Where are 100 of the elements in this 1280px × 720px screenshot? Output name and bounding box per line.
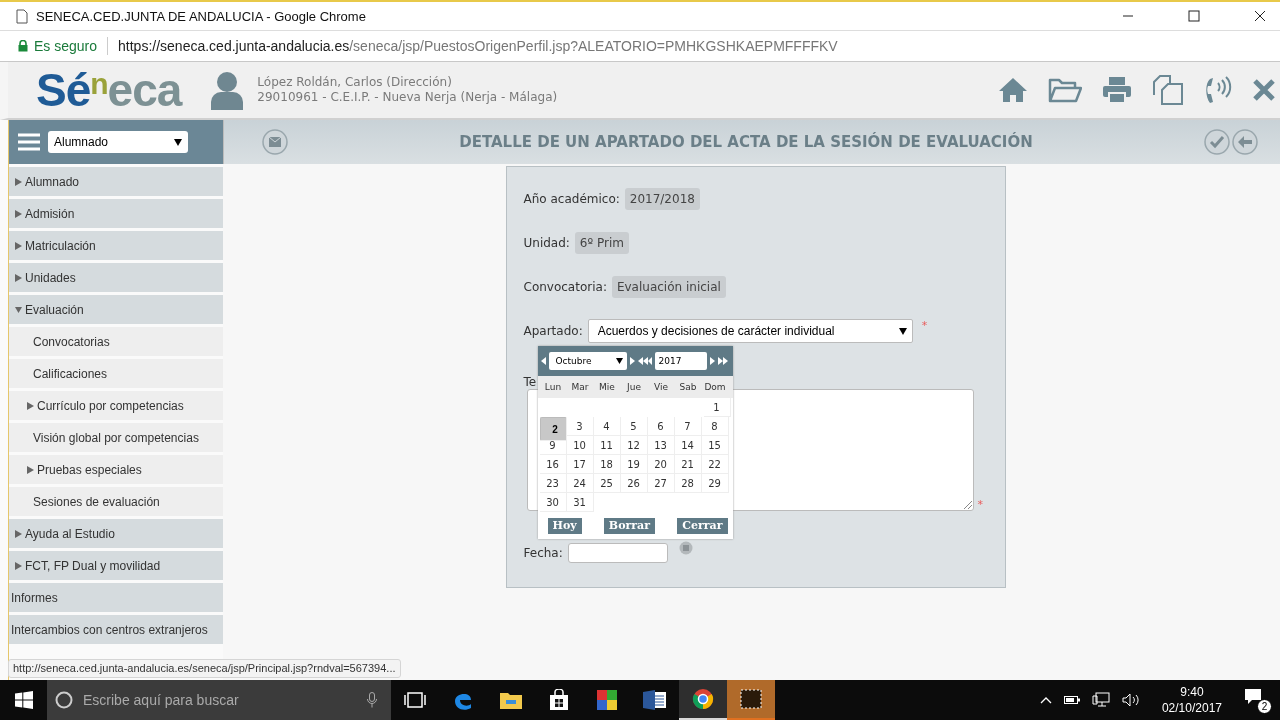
menu-item[interactable]: Informes	[9, 583, 223, 612]
calendar-day[interactable]: 25	[593, 474, 621, 493]
status-url-tooltip: http://seneca.ced.junta-andalucia.es/seneca/jsp/Principal.jsp?rndval=567394...	[8, 659, 401, 678]
menu-item[interactable]: Intercambios con centros extranjeros	[9, 615, 223, 644]
next-month-icon[interactable]	[629, 357, 635, 365]
calendar-day[interactable]: 28	[674, 474, 702, 493]
required-mark: *	[977, 498, 983, 511]
previous-year-icon[interactable]	[637, 357, 652, 365]
folder-icon	[499, 690, 523, 710]
submenu-item[interactable]: Visión global por competencias	[9, 423, 223, 452]
calendar-day[interactable]: 26	[620, 474, 648, 493]
calendar-day[interactable]: 24	[566, 474, 594, 493]
menu-item[interactable]: Evaluación	[9, 295, 223, 324]
folder-icon[interactable]	[1048, 77, 1082, 103]
calendar-day[interactable]: 23	[539, 474, 567, 493]
resize-handle-icon[interactable]	[963, 501, 972, 509]
date-field[interactable]	[567, 543, 668, 563]
chrome-browser-icon	[692, 688, 714, 710]
previous-month-icon[interactable]	[540, 357, 546, 365]
calendar-day[interactable]: 27	[647, 474, 675, 493]
weekday-label: Sab	[678, 382, 698, 392]
calendar-day[interactable]: 17	[566, 455, 594, 474]
check-icon[interactable]	[1204, 129, 1230, 155]
calendar-day[interactable]: 16	[539, 455, 567, 474]
chevron-up-icon[interactable]	[1039, 696, 1052, 704]
calendar-button[interactable]: Cerrar	[677, 518, 728, 534]
profile-select[interactable]: Alumnado	[48, 131, 188, 153]
collapsed-arrow-icon	[15, 273, 22, 282]
menu-item[interactable]: Unidades	[9, 263, 223, 292]
menu-item[interactable]: FCT, FP Dual y movilidad	[9, 551, 223, 580]
copy-icon[interactable]	[1152, 75, 1184, 105]
notification-count: 2	[1257, 699, 1272, 714]
calendar-day[interactable]: 11	[593, 436, 621, 455]
calendar-day[interactable]: 9	[539, 436, 567, 455]
url-field[interactable]: https://seneca.ced.junta-andalucia.es/seneca/jsp/PuestosOrigenPerfil.jsp?ALEATORIO=PMHKGSHKAEPMFFFFKV	[118, 38, 838, 54]
calendar-day[interactable]: 29	[701, 474, 729, 493]
calendar-day[interactable]: 5	[620, 417, 648, 436]
readonly-value: Evaluación inicial	[611, 276, 726, 298]
calendar-day[interactable]: 22	[701, 455, 729, 474]
calendar-button[interactable]: Borrar	[603, 518, 655, 534]
clock-time[interactable]: 9:40	[1180, 684, 1204, 700]
month-select[interactable]: Octubre	[548, 352, 627, 370]
year-field[interactable]: 2017	[654, 352, 707, 370]
weekday-label: Mar	[570, 382, 590, 392]
close-icon[interactable]	[1254, 10, 1266, 22]
submenu-item[interactable]: Calificaciones	[9, 359, 223, 388]
submenu-item[interactable]: Convocatorias	[9, 327, 223, 356]
battery-icon[interactable]	[1063, 695, 1080, 705]
calendar-day[interactable]: 2	[539, 417, 567, 441]
calendar-day[interactable]: 14	[674, 436, 702, 455]
calendar-day[interactable]: 18	[593, 455, 621, 474]
volume-icon[interactable]	[1121, 693, 1140, 707]
calendar-day[interactable]: 20	[647, 455, 675, 474]
readonly-value: 6º Prim	[574, 232, 629, 254]
menu-item[interactable]: Ayuda al Estudio	[9, 519, 223, 548]
maximize-icon[interactable]	[1188, 10, 1200, 22]
field-label: Unidad:	[523, 236, 570, 250]
calendar-day[interactable]: 3	[566, 417, 594, 436]
calendar-day[interactable]: 1	[703, 398, 731, 417]
weekday-label: Mie	[598, 382, 616, 392]
calendar-day[interactable]: 19	[620, 455, 648, 474]
calendar-day[interactable]: 12	[620, 436, 648, 455]
submenu-item[interactable]: Sesiones de evaluación	[9, 487, 223, 516]
collapsed-arrow-icon	[15, 561, 22, 570]
calendar-button[interactable]: Hoy	[547, 518, 582, 534]
submenu-item[interactable]: Currículo por competencias	[9, 391, 223, 420]
next-year-icon[interactable]	[709, 357, 715, 365]
window-title: SENECA.CED.JUNTA DE ANDALUCIA - Google Chrome	[36, 8, 366, 24]
clock-date[interactable]: 02/10/2017	[1161, 700, 1222, 716]
notification-center-button[interactable]: 2	[1244, 688, 1270, 712]
apartado-select[interactable]: Acuerdos y decisiones de carácter individual	[587, 319, 913, 343]
calendar-day[interactable]: 15	[701, 436, 729, 455]
calendar-day[interactable]: 8	[701, 417, 729, 436]
dropdown-arrow-icon	[615, 358, 623, 364]
phone-icon[interactable]	[1204, 75, 1232, 105]
weekday-label: Lun	[543, 382, 563, 392]
menu-item[interactable]: Alumnado	[9, 167, 223, 196]
calendar-day[interactable]: 13	[647, 436, 675, 455]
calendar-day[interactable]: 4	[593, 417, 621, 436]
taskbar-search-field[interactable]: Escribe aquí para buscar	[47, 680, 391, 720]
envelope-icon[interactable]	[262, 129, 288, 155]
collapsed-arrow-icon	[27, 401, 34, 410]
menu-icon[interactable]	[18, 133, 40, 151]
submenu-item[interactable]: Pruebas especiales	[9, 455, 223, 484]
calendar-day[interactable]: 10	[566, 436, 594, 455]
menu-item[interactable]: Admisión	[9, 199, 223, 228]
calendar-day[interactable]: 7	[674, 417, 702, 436]
windows-start-icon[interactable]	[15, 691, 33, 709]
microphone-icon[interactable]	[367, 692, 377, 708]
fast-forward-icon[interactable]	[717, 357, 728, 365]
network-icon[interactable]	[1091, 692, 1110, 708]
word-app-icon	[643, 689, 667, 711]
task-view-icon	[404, 692, 426, 708]
home-icon[interactable]	[998, 77, 1028, 103]
message-icon	[1244, 688, 1262, 706]
printer-icon[interactable]	[1102, 76, 1132, 104]
menu-item[interactable]: Matriculación	[9, 231, 223, 260]
calendar-day[interactable]: 6	[647, 417, 675, 436]
calendar-day[interactable]: 21	[674, 455, 702, 474]
puzzle-app-icon	[596, 689, 618, 711]
